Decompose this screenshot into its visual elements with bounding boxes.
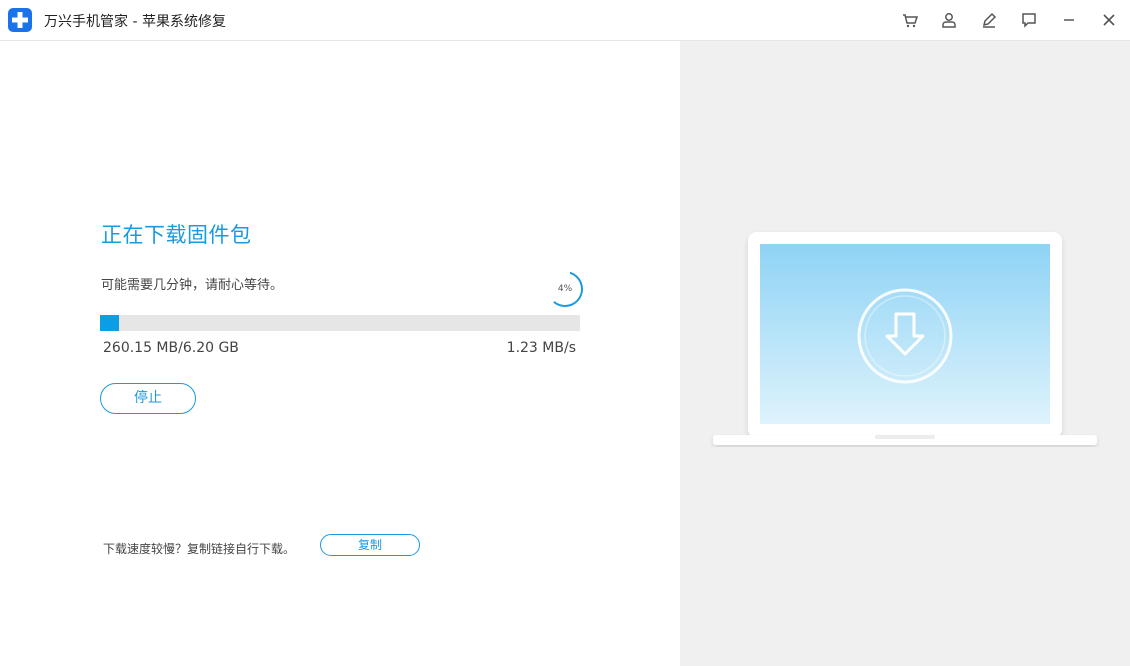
stop-button[interactable]: 停止 — [100, 383, 196, 414]
title-bar: 万兴手机管家 - 苹果系统修复 — [0, 0, 1130, 41]
illustration-panel — [680, 41, 1130, 666]
wait-hint-text: 可能需要几分钟，请耐心等待。 — [101, 278, 284, 293]
slow-download-hint: 下载速度较慢？复制链接自行下载。 — [103, 542, 296, 556]
download-panel: 正在下载固件包 可能需要几分钟，请耐心等待。 4% 260.15 MB/6.20… — [0, 41, 680, 666]
copy-link-button[interactable]: 复制 — [320, 534, 420, 556]
download-progress-fill — [100, 315, 119, 331]
laptop-illustration — [710, 230, 1100, 459]
user-icon[interactable] — [939, 10, 959, 30]
app-title: 万兴手机管家 - 苹果系统修复 — [44, 14, 226, 30]
progress-percent-ring: 4% — [546, 270, 584, 308]
progress-percent-label: 4% — [557, 284, 573, 294]
downloaded-size-text: 260.15 MB/6.20 GB — [103, 340, 239, 356]
download-speed-text: 1.23 MB/s — [506, 340, 576, 356]
close-icon[interactable] — [1099, 10, 1119, 30]
feedback-icon[interactable] — [1019, 10, 1039, 30]
edit-icon[interactable] — [979, 10, 999, 30]
page-title: 正在下载固件包 — [101, 223, 252, 247]
app-logo-icon — [8, 8, 32, 32]
download-progress-bar — [100, 315, 580, 331]
cart-icon[interactable] — [900, 10, 920, 30]
minimize-icon[interactable] — [1059, 10, 1079, 30]
